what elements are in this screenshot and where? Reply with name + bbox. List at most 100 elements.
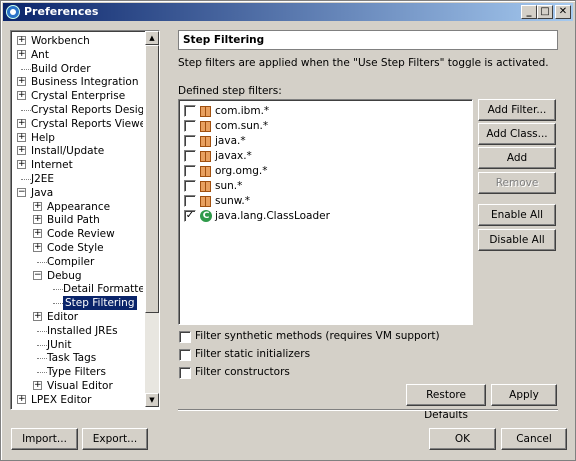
export-button[interactable]: Export... xyxy=(82,428,148,450)
tree-item[interactable]: LPEX Editor xyxy=(31,393,91,407)
preferences-window: Preferences _ □ ✕ + Workbench + Ant Build Or… xyxy=(0,0,576,461)
maximize-button[interactable]: □ xyxy=(537,5,553,19)
tree-item[interactable]: Code Review xyxy=(47,227,115,241)
filter-label[interactable]: com.sun.* xyxy=(215,120,268,132)
tree-item[interactable]: Type Filters xyxy=(47,365,106,379)
ok-button[interactable]: OK xyxy=(429,428,496,450)
tree-item[interactable]: Compiler xyxy=(47,255,94,269)
tree-connector xyxy=(37,358,47,360)
option-label[interactable]: Filter synthetic methods (requires VM su… xyxy=(195,330,440,342)
tree-item[interactable]: Visual Editor xyxy=(47,379,113,393)
filter-label[interactable]: java.lang.ClassLoader xyxy=(215,210,330,222)
enable-all-button[interactable]: Enable All xyxy=(478,204,556,226)
apply-button[interactable]: Apply xyxy=(491,384,557,406)
expand-icon[interactable]: + xyxy=(17,160,26,170)
page-header: Step Filtering xyxy=(178,30,558,50)
import-button[interactable]: Import... xyxy=(11,428,78,450)
package-icon xyxy=(200,166,211,177)
filter-checkbox[interactable] xyxy=(184,120,196,132)
expand-icon[interactable]: + xyxy=(33,201,42,211)
filter-label[interactable]: java.* xyxy=(215,135,246,147)
expand-icon[interactable]: + xyxy=(33,229,42,239)
preference-tree[interactable]: + Workbench + Ant Build Order + Business Integ… xyxy=(10,30,160,410)
filter-label[interactable]: com.ibm.* xyxy=(215,105,269,117)
tree-item[interactable]: J2EE xyxy=(31,172,54,186)
disable-all-button[interactable]: Disable All xyxy=(478,229,556,251)
expand-icon[interactable]: + xyxy=(17,132,26,142)
filter-checkbox[interactable] xyxy=(184,150,196,162)
expand-icon[interactable]: + xyxy=(33,381,42,390)
expand-icon[interactable]: + xyxy=(33,215,42,225)
add-packages-button[interactable]: Add Packages... xyxy=(478,147,556,184)
filter-label[interactable]: javax.* xyxy=(215,150,252,162)
add-class-button[interactable]: Add Class... xyxy=(478,123,556,145)
tree-item[interactable]: Build Path xyxy=(47,213,100,227)
expand-icon[interactable]: + xyxy=(17,77,26,87)
collapse-icon[interactable]: − xyxy=(17,187,26,197)
option-checkbox[interactable] xyxy=(179,349,191,361)
expand-icon[interactable]: + xyxy=(17,394,26,404)
tree-item[interactable]: Install/Update xyxy=(31,144,104,158)
tree-item[interactable]: Help xyxy=(31,131,55,145)
tree-item[interactable]: Crystal Reports Designer xyxy=(31,103,143,117)
tree-item[interactable]: Crystal Reports Viewers xyxy=(31,117,143,131)
tree-connector xyxy=(37,344,47,346)
filter-label[interactable]: org.omg.* xyxy=(215,165,267,177)
expand-icon[interactable]: + xyxy=(17,118,26,128)
tree-item[interactable]: Debug xyxy=(47,269,82,283)
package-icon xyxy=(200,181,211,192)
package-icon xyxy=(200,136,211,147)
filter-checkbox[interactable] xyxy=(184,195,196,207)
option-label[interactable]: Filter constructors xyxy=(195,366,290,378)
option-label[interactable]: Filter static initializers xyxy=(195,348,310,360)
scroll-down-icon[interactable]: ▼ xyxy=(145,393,159,407)
title-bar[interactable]: Preferences _ □ ✕ xyxy=(3,3,573,21)
tree-item[interactable]: Build Order xyxy=(31,62,91,76)
scroll-thumb[interactable] xyxy=(145,45,159,313)
tree-item[interactable]: Installed JREs xyxy=(47,324,118,338)
minimize-button[interactable]: _ xyxy=(521,5,537,19)
tree-item[interactable]: Task Tags xyxy=(47,351,96,365)
tree-scrollbar[interactable]: ▲ ▼ xyxy=(145,31,159,407)
tree-item[interactable]: JUnit xyxy=(47,338,71,352)
tree-item[interactable]: Step Filtering xyxy=(63,296,137,311)
tree-item[interactable]: Ant xyxy=(31,48,49,62)
expand-icon[interactable]: + xyxy=(33,243,42,252)
filter-label[interactable]: sun.* xyxy=(215,180,242,192)
cancel-button[interactable]: Cancel xyxy=(501,428,567,450)
filter-checkbox[interactable]: ✓ xyxy=(184,210,196,222)
filter-checkbox[interactable] xyxy=(184,135,196,147)
tree-item[interactable]: Editor xyxy=(47,310,78,324)
filter-checkbox[interactable] xyxy=(184,165,196,177)
remove-button[interactable]: Remove xyxy=(478,172,556,194)
scroll-up-icon[interactable]: ▲ xyxy=(145,31,159,45)
expand-icon[interactable]: + xyxy=(17,49,26,59)
expand-icon[interactable]: + xyxy=(17,146,26,156)
tree-connector xyxy=(53,289,63,291)
tree-item[interactable]: Code Style xyxy=(47,241,104,255)
tree-item[interactable]: Appearance xyxy=(47,200,110,214)
tree-item[interactable]: Internet xyxy=(31,158,73,172)
collapse-icon[interactable]: − xyxy=(33,270,42,280)
add-filter-button[interactable]: Add Filter... xyxy=(478,99,556,121)
package-icon xyxy=(200,196,211,207)
filter-checkbox[interactable] xyxy=(184,105,196,117)
tree-item[interactable]: Business Integration xyxy=(31,75,139,89)
restore-defaults-button[interactable]: Restore Defaults xyxy=(406,384,486,421)
tree-connector xyxy=(21,68,31,70)
option-checkbox[interactable] xyxy=(179,331,191,343)
tree-connector xyxy=(21,110,31,111)
expand-icon[interactable]: + xyxy=(17,91,26,101)
filter-label[interactable]: sunw.* xyxy=(215,195,250,207)
tree-item[interactable]: Crystal Enterprise xyxy=(31,89,125,103)
package-icon xyxy=(200,121,211,132)
step-filter-list[interactable]: com.ibm.* com.sun.* java.* javax.* org.omg.*… xyxy=(178,99,473,325)
tree-item[interactable]: Workbench xyxy=(31,34,90,48)
tree-item[interactable]: Java xyxy=(31,186,53,200)
expand-icon[interactable]: + xyxy=(33,312,42,321)
close-button[interactable]: ✕ xyxy=(555,5,571,19)
option-checkbox[interactable] xyxy=(179,367,191,379)
filter-checkbox[interactable] xyxy=(184,180,196,192)
tree-item[interactable]: Detail Formatters xyxy=(63,282,143,296)
expand-icon[interactable]: + xyxy=(17,36,26,45)
